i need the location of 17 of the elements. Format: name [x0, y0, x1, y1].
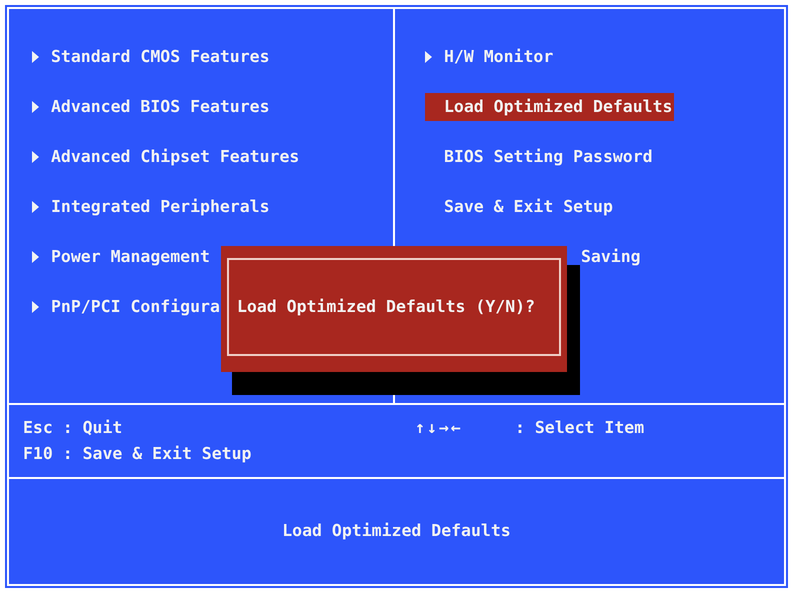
status-text: Load Optimized Defaults — [282, 520, 511, 542]
help-text: F10 : Save & Exit Setup — [23, 443, 252, 465]
menu-item[interactable]: PnP/PCI Configura — [32, 293, 222, 321]
help-text: : Select Item — [515, 417, 644, 439]
menu-item[interactable]: H/W Monitor — [425, 43, 556, 71]
help-text: Esc : Quit — [23, 417, 122, 439]
menu-item[interactable]: Power Management — [32, 243, 212, 271]
menu-item[interactable]: Standard CMOS Features — [32, 43, 272, 71]
menu-item[interactable]: BIOS Setting Password — [425, 143, 655, 171]
arrow-keys: ↑↓→← — [415, 415, 515, 441]
menu-item[interactable]: Save & Exit Setup — [425, 193, 615, 221]
menu-item[interactable]: Saving — [581, 243, 643, 271]
menu-item[interactable]: Integrated Peripherals — [32, 193, 272, 221]
menu-item[interactable]: Advanced Chipset Features — [32, 143, 302, 171]
menu-item[interactable]: Load Optimized Defaults — [425, 93, 674, 121]
dialog-message: Load Optimized Defaults (Y/N)? — [237, 296, 536, 318]
menu-item[interactable]: Advanced BIOS Features — [32, 93, 272, 121]
